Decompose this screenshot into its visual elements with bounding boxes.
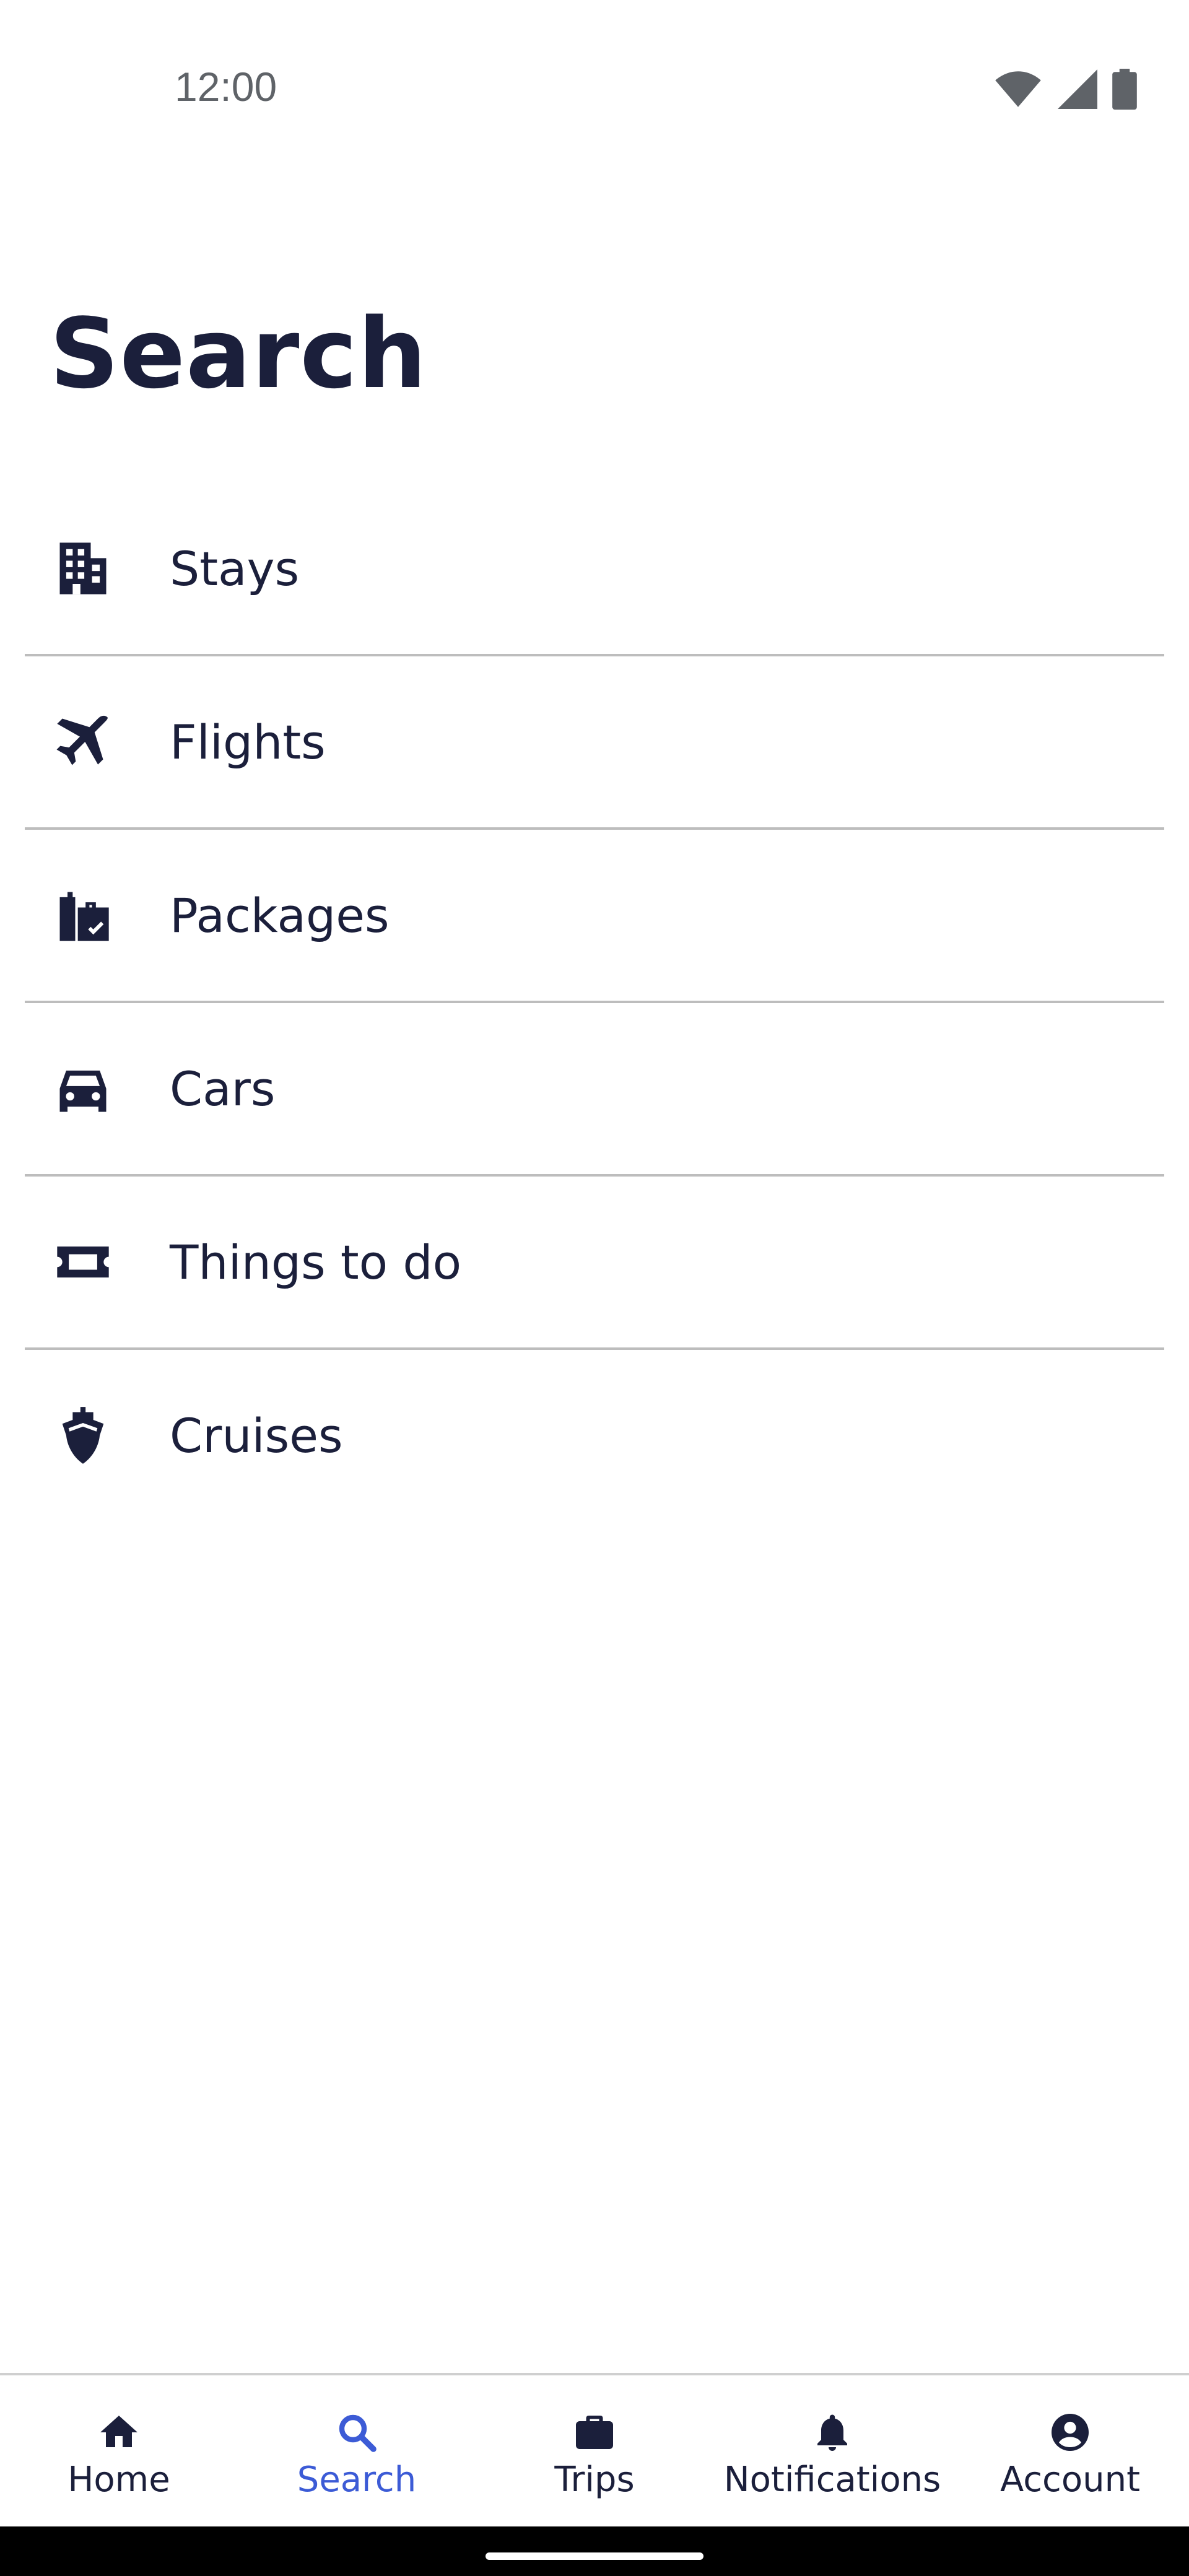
ticket-icon [52,1231,114,1293]
luggage-icon [52,884,114,946]
battery-icon [1112,69,1137,110]
nav-item-account[interactable]: Account [951,2375,1189,2526]
car-icon [52,1058,114,1120]
system-gesture-bar [0,2526,1189,2576]
bell-icon [810,2410,855,2455]
home-gesture-handle[interactable] [486,2552,703,2560]
status-icons [993,69,1137,110]
menu-item-label: Things to do [170,1234,462,1290]
airplane-icon [52,711,114,773]
account-icon [1048,2410,1092,2455]
nav-label: Search [297,2460,417,2500]
search-category-list: Stays Flights Packages Cars Things to do… [25,483,1164,1521]
search-icon [334,2410,379,2455]
nav-item-notifications[interactable]: Notifications [713,2375,951,2526]
menu-item-label: Cars [170,1061,276,1116]
cellular-signal-icon [1058,69,1097,109]
menu-item-cruises[interactable]: Cruises [25,1350,1164,1521]
menu-item-cars[interactable]: Cars [25,1003,1164,1174]
nav-item-search[interactable]: Search [238,2375,476,2526]
menu-item-label: Cruises [170,1408,343,1463]
bottom-navigation: Home Search Trips Notifications Account [0,2373,1189,2526]
menu-item-packages[interactable]: Packages [25,830,1164,1001]
building-icon [52,537,114,599]
menu-item-flights[interactable]: Flights [25,656,1164,827]
wifi-icon [993,69,1043,109]
nav-label: Account [1000,2460,1141,2500]
nav-item-home[interactable]: Home [0,2375,238,2526]
status-time: 12:00 [175,64,277,110]
menu-item-label: Packages [170,887,390,943]
home-icon [97,2410,141,2455]
briefcase-icon [572,2410,617,2455]
menu-item-label: Flights [170,714,326,770]
nav-label: Notifications [723,2460,941,2500]
status-bar: 12:00 [0,0,1189,186]
ship-icon [52,1404,114,1466]
nav-label: Trips [554,2460,635,2500]
nav-label: Home [68,2460,170,2500]
menu-item-things-to-do[interactable]: Things to do [25,1177,1164,1347]
menu-item-label: Stays [170,541,300,596]
nav-item-trips[interactable]: Trips [476,2375,713,2526]
menu-item-stays[interactable]: Stays [25,483,1164,654]
page-title: Search [50,297,427,410]
search-screen: 12:00 Search Stays Flights Packages Cars… [0,0,1189,2576]
